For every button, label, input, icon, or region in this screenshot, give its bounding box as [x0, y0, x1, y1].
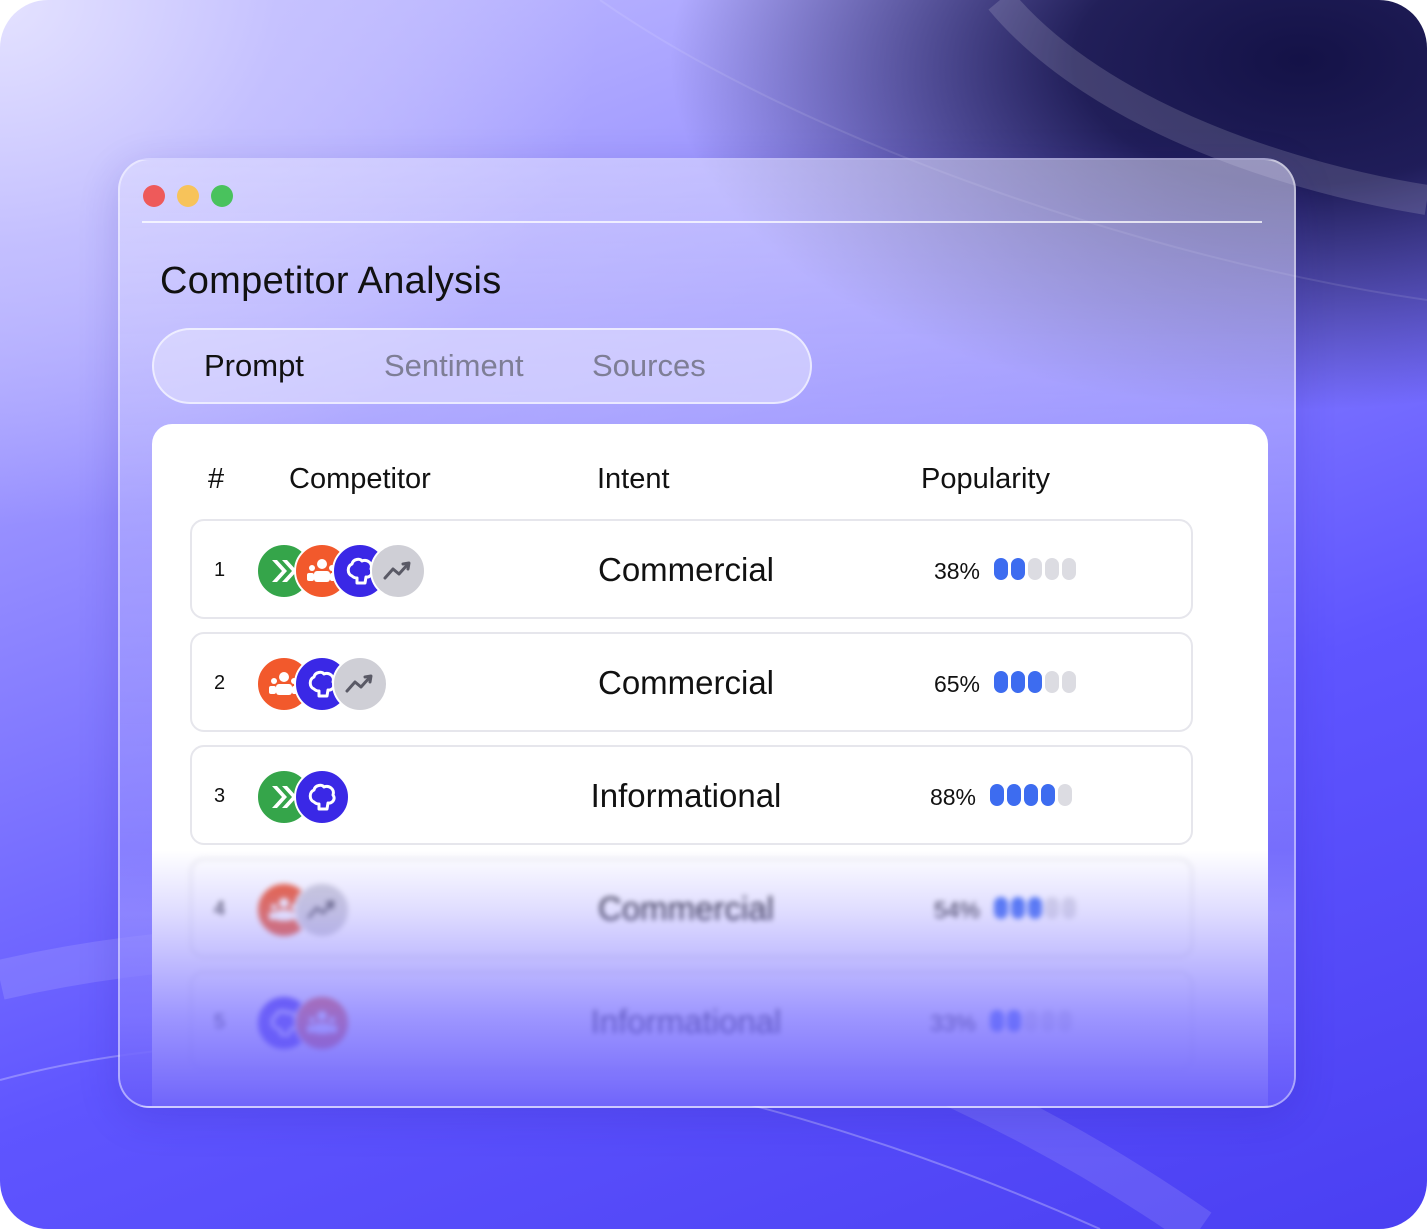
table-row[interactable]: 5 Informational 33%	[190, 971, 1193, 1071]
app-window: Competitor Analysis Prompt Sentiment Sou…	[118, 158, 1296, 1108]
row-intent: Commercial	[597, 664, 775, 701]
header-competitor: Competitor	[289, 463, 431, 495]
popularity-pill	[1011, 897, 1025, 919]
popularity-pill	[1011, 558, 1025, 580]
popularity-pill	[1058, 1010, 1072, 1032]
row-rank: 1	[214, 559, 226, 581]
trend-icon[interactable]	[294, 882, 350, 938]
row-popularity-value: 65%	[933, 671, 980, 697]
trend-icon[interactable]	[332, 656, 388, 712]
page-title: Competitor Analysis	[160, 260, 502, 302]
row-popularity-value: 38%	[933, 558, 980, 584]
popularity-pill	[1041, 1010, 1055, 1032]
popularity-pill	[1058, 784, 1072, 806]
table-row[interactable]: 2 Commercial 65%	[190, 632, 1193, 732]
trend-icon[interactable]	[370, 543, 426, 599]
tab-sources[interactable]: Sources	[592, 348, 706, 384]
popularity-pill	[1028, 897, 1042, 919]
row-intent: Commercial	[597, 890, 775, 927]
popularity-pill	[990, 784, 1004, 806]
row-rank: 4	[214, 898, 226, 920]
popularity-pill	[1007, 1010, 1021, 1032]
popularity-pill	[1045, 671, 1059, 693]
popularity-pill	[994, 897, 1008, 919]
popularity-meter	[994, 671, 1076, 693]
popularity-meter	[990, 1010, 1072, 1032]
tab-sentiment[interactable]: Sentiment	[384, 348, 524, 384]
popularity-pill	[1024, 784, 1038, 806]
table-row[interactable]: 4 Commercial 54%	[190, 858, 1193, 958]
popularity-pill	[1028, 671, 1042, 693]
tab-prompt[interactable]: Prompt	[204, 348, 304, 384]
window-controls	[143, 185, 233, 207]
popularity-pill	[994, 558, 1008, 580]
row-intent: Commercial	[597, 551, 775, 588]
row-popularity-value: 33%	[929, 1010, 976, 1036]
table-row[interactable]: 3 Informational 88%	[190, 745, 1193, 845]
background: Competitor Analysis Prompt Sentiment Sou…	[0, 0, 1427, 1229]
row-intent: Informational	[590, 777, 782, 814]
popularity-pill	[1062, 558, 1076, 580]
row-intent: Informational	[590, 1003, 782, 1040]
popularity-pill	[1045, 897, 1059, 919]
popularity-pill	[1045, 558, 1059, 580]
titlebar-divider	[142, 221, 1262, 223]
zoom-button[interactable]	[211, 185, 233, 207]
minimize-button[interactable]	[177, 185, 199, 207]
header-rank: #	[208, 463, 225, 495]
people-icon[interactable]	[294, 995, 350, 1051]
header-popularity: Popularity	[921, 463, 1050, 495]
table-row[interactable]: 1 Commercial 38%	[190, 519, 1193, 619]
popularity-meter	[994, 897, 1076, 919]
popularity-pill	[994, 671, 1008, 693]
header-intent: Intent	[597, 463, 670, 495]
popularity-meter	[990, 784, 1072, 806]
row-rank: 2	[214, 672, 226, 694]
row-popularity-value: 88%	[929, 784, 976, 810]
popularity-pill	[990, 1010, 1004, 1032]
brain-icon[interactable]	[294, 769, 350, 825]
popularity-pill	[1024, 1010, 1038, 1032]
popularity-pill	[1062, 671, 1076, 693]
popularity-pill	[1062, 897, 1076, 919]
competitor-table: # Competitor Intent Popularity 1 Commerci…	[152, 424, 1268, 1106]
popularity-meter	[994, 558, 1076, 580]
popularity-pill	[1028, 558, 1042, 580]
popularity-pill	[1041, 784, 1055, 806]
row-rank: 5	[214, 1011, 226, 1033]
row-popularity-value: 54%	[933, 897, 980, 923]
popularity-pill	[1007, 784, 1021, 806]
tab-bar: Prompt Sentiment Sources	[152, 328, 812, 404]
popularity-pill	[1011, 671, 1025, 693]
close-button[interactable]	[143, 185, 165, 207]
row-rank: 3	[214, 785, 226, 807]
